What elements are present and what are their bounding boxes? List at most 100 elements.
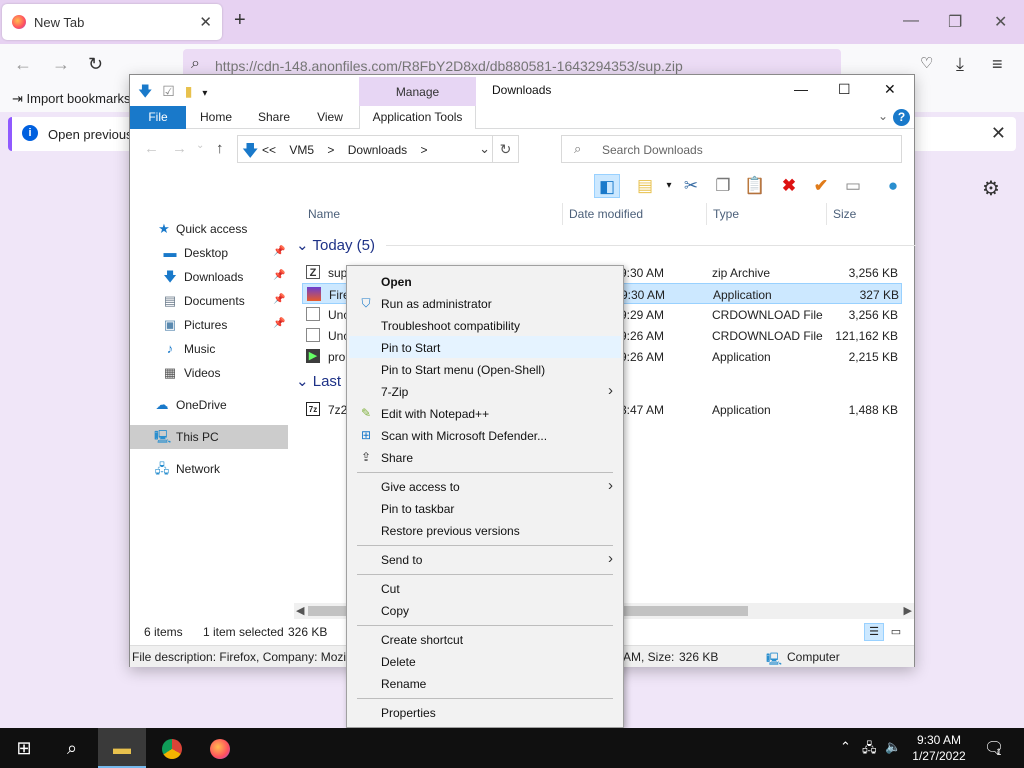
search-box[interactable]: ⌕ Search Downloads: [561, 135, 902, 163]
explorer-forward-icon[interactable]: →: [172, 140, 187, 157]
notification-close-icon[interactable]: ✕: [991, 123, 1006, 144]
menu-item-notepad[interactable]: ✎ Edit with Notepad++: [349, 402, 621, 424]
tab-close-icon[interactable]: ✕: [199, 13, 212, 31]
sidebar-item-desktop[interactable]: ▬ Desktop 📌: [130, 241, 288, 265]
chevron-up-icon[interactable]: ⌃: [840, 739, 851, 755]
cut-icon[interactable]: ✂: [678, 174, 704, 198]
menu-item-pin-taskbar[interactable]: Pin to taskbar: [349, 497, 621, 519]
tab-view[interactable]: View: [305, 106, 355, 129]
new-folder-icon[interactable]: ▮: [185, 83, 193, 99]
menu-item-copy[interactable]: Copy: [349, 599, 621, 621]
menu-item-defender[interactable]: ⊞ Scan with Microsoft Defender...: [349, 424, 621, 446]
menu-item-cut[interactable]: Cut: [349, 577, 621, 599]
menu-item-share[interactable]: ⇪ Share: [349, 446, 621, 468]
tab-share[interactable]: Share: [248, 106, 300, 129]
column-header-type[interactable]: Type: [713, 207, 739, 221]
globe-icon[interactable]: ●: [880, 174, 906, 198]
breadcrumb-overflow[interactable]: <<: [262, 143, 276, 157]
windows-start-icon[interactable]: ⊞: [0, 728, 48, 768]
preview-pane-icon[interactable]: ◧: [594, 174, 620, 198]
properties-check-icon[interactable]: ✔: [808, 174, 834, 198]
menu-icon[interactable]: ≡: [992, 54, 1003, 75]
group-header-last[interactable]: ⌄ Last n: [296, 372, 354, 390]
up-arrow-icon[interactable]: ↑: [216, 140, 224, 157]
explorer-maximize-icon[interactable]: ☐: [838, 81, 851, 98]
address-dropdown-icon[interactable]: ⌄: [479, 141, 490, 157]
sidebar-item-quick-access[interactable]: ★ Quick access: [130, 217, 288, 241]
column-header-date[interactable]: Date modified: [569, 207, 643, 221]
folder-options-icon[interactable]: ▤: [632, 174, 658, 198]
downloads-icon[interactable]: ⤓: [956, 54, 964, 75]
menu-item-properties[interactable]: Properties: [349, 701, 621, 723]
sidebar-item-documents[interactable]: ▤ Documents 📌: [130, 289, 288, 313]
sidebar-item-videos[interactable]: ▦ Videos: [130, 361, 288, 385]
tab-new-tab[interactable]: New Tab ✕: [2, 4, 222, 40]
scroll-left-icon[interactable]: ◀: [296, 604, 304, 617]
menu-item-pin-to-start-menu[interactable]: Pin to Start menu (Open-Shell): [349, 358, 621, 380]
delete-icon[interactable]: ✖: [776, 174, 802, 198]
back-arrow-icon[interactable]: ←: [14, 54, 32, 75]
system-clock[interactable]: 9:30 AM 1/27/2022: [906, 732, 972, 764]
explorer-minimize-icon[interactable]: —: [794, 81, 808, 97]
menu-item-open[interactable]: Open: [349, 270, 621, 292]
large-icons-view-icon[interactable]: ▭: [886, 623, 906, 641]
sidebar-item-network[interactable]: 🖧 Network: [130, 457, 288, 481]
restore-icon[interactable]: ❐: [948, 12, 962, 32]
sidebar-item-music[interactable]: ♪ Music: [130, 337, 288, 361]
rename-icon[interactable]: ▭: [840, 174, 866, 198]
menu-item-troubleshoot[interactable]: Troubleshoot compatibility: [349, 314, 621, 336]
new-tab-button[interactable]: +: [234, 10, 246, 30]
minimize-icon[interactable]: —: [903, 12, 919, 30]
scroll-right-icon[interactable]: ▶: [904, 604, 912, 617]
file-explorer-icon[interactable]: ▬: [98, 728, 146, 768]
menu-item-7zip[interactable]: 7-Zip ›: [349, 380, 621, 402]
breadcrumb-vm5[interactable]: VM5: [289, 143, 314, 157]
menu-item-pin-to-start[interactable]: Pin to Start: [349, 336, 621, 358]
breadcrumb-sep[interactable]: >: [420, 143, 427, 157]
tab-file[interactable]: File: [130, 106, 186, 129]
menu-item-send-to[interactable]: Send to ›: [349, 548, 621, 570]
menu-item-create-shortcut[interactable]: Create shortcut: [349, 628, 621, 650]
recent-locations-icon[interactable]: ⌄: [196, 140, 204, 151]
reload-icon[interactable]: ↻: [88, 54, 103, 75]
qat-dropdown-icon[interactable]: ▾: [202, 88, 207, 99]
help-icon[interactable]: ?: [893, 109, 910, 126]
menu-item-run-as-admin[interactable]: ⛉ Run as administrator: [349, 292, 621, 314]
paste-icon[interactable]: 📋: [742, 174, 768, 198]
forward-arrow-icon[interactable]: →: [52, 54, 70, 75]
chrome-icon[interactable]: [148, 728, 196, 768]
column-header-size[interactable]: Size: [833, 207, 856, 221]
copy-icon[interactable]: ❐: [710, 174, 736, 198]
tab-application-tools[interactable]: Application Tools: [359, 106, 476, 129]
address-bar[interactable]: 🡇 << VM5 > Downloads > ⌄ ↻: [237, 135, 519, 163]
sidebar-item-pictures[interactable]: ▣ Pictures 📌: [130, 313, 288, 337]
tab-home[interactable]: Home: [190, 106, 242, 129]
group-header-today[interactable]: ⌄ Today (5): [296, 236, 916, 254]
volume-muted-icon[interactable]: 🔈: [885, 739, 901, 755]
firefox-icon[interactable]: [196, 728, 244, 768]
gear-icon[interactable]: ⚙: [982, 176, 1000, 201]
network-status-icon[interactable]: 🖧: [862, 739, 877, 761]
explorer-back-icon[interactable]: ←: [144, 140, 159, 157]
sidebar-item-this-pc[interactable]: 🖳 This PC: [130, 425, 288, 449]
search-icon[interactable]: ⌕: [48, 728, 96, 768]
sidebar-item-onedrive[interactable]: ☁ OneDrive: [130, 393, 288, 417]
menu-item-delete[interactable]: Delete: [349, 650, 621, 672]
breadcrumb-sep[interactable]: >: [327, 143, 334, 157]
import-bookmarks-link[interactable]: ⇥ Import bookmarks...: [12, 91, 141, 107]
breadcrumb-downloads[interactable]: Downloads: [348, 143, 407, 157]
refresh-icon[interactable]: ↻: [492, 136, 518, 162]
menu-item-restore-versions[interactable]: Restore previous versions: [349, 519, 621, 541]
column-header-name[interactable]: Name: [308, 207, 340, 221]
download-arrow-icon[interactable]: 🡇: [138, 83, 152, 99]
ribbon-expand-icon[interactable]: ⌄: [878, 109, 888, 123]
close-icon[interactable]: ✕: [994, 12, 1007, 32]
sidebar-item-downloads[interactable]: 🡇 Downloads 📌: [130, 265, 288, 289]
menu-item-give-access[interactable]: Give access to ›: [349, 475, 621, 497]
tab-manage[interactable]: Manage: [359, 77, 476, 107]
pocket-icon[interactable]: ♡: [920, 54, 933, 72]
explorer-close-icon[interactable]: ✕: [884, 81, 896, 98]
action-center-icon[interactable]: 🗨1: [984, 738, 1009, 758]
properties-check-icon[interactable]: ☑: [162, 83, 175, 99]
menu-item-rename[interactable]: Rename: [349, 672, 621, 694]
